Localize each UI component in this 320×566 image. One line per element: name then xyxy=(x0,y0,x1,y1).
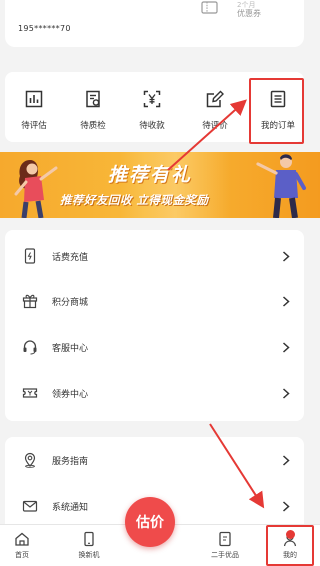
menu-item-label: 话费充值 xyxy=(52,253,89,263)
phone-recharge-icon xyxy=(24,248,36,264)
nav-home[interactable]: 首页 xyxy=(0,525,47,566)
yen-icon xyxy=(143,90,161,108)
order-pending-inspection[interactable]: 待质检 xyxy=(64,72,122,142)
gift-icon xyxy=(22,294,38,309)
woman-illustration xyxy=(14,160,58,218)
menu-item-points-mall[interactable]: 积分商城 xyxy=(5,282,304,322)
order-label: 待收款 xyxy=(139,121,165,131)
chevron-right-icon xyxy=(282,342,290,353)
order-label: 待评估 xyxy=(21,121,47,131)
location-icon xyxy=(24,452,36,468)
ticket-icon xyxy=(22,388,38,398)
order-label: 待评价 xyxy=(202,121,228,131)
chart-icon xyxy=(25,90,43,108)
menu-item-label: 客服中心 xyxy=(52,344,89,354)
phone-icon xyxy=(84,531,94,547)
nav-label: 换新机 xyxy=(78,551,100,559)
coupon-icon[interactable] xyxy=(201,1,218,14)
nav-label: 首页 xyxy=(15,551,29,559)
chevron-right-icon xyxy=(282,251,290,262)
coupon-label[interactable]: 优惠券 xyxy=(237,8,261,19)
menu-item-service-guide[interactable]: 服务指南 xyxy=(5,441,304,481)
menu-item-label: 系统通知 xyxy=(52,503,89,513)
order-pending-review[interactable]: 待评价 xyxy=(186,72,244,142)
menu-item-label: 积分商城 xyxy=(52,298,89,308)
nav-secondhand[interactable]: 二手优品 xyxy=(200,525,250,566)
menu-item-label: 领券中心 xyxy=(52,390,89,400)
order-pending-payment[interactable]: 待收款 xyxy=(123,72,181,142)
estimate-button[interactable]: 估价 xyxy=(125,497,175,547)
profile-card: 195******70 2个月 优惠券 xyxy=(5,0,304,47)
banner-subtitle: 推荐好友回收 立得现金奖励 xyxy=(60,193,209,207)
tablet-icon xyxy=(219,531,231,547)
nav-trade-in[interactable]: 换新机 xyxy=(64,525,114,566)
menu-item-recharge[interactable]: 话费充值 xyxy=(5,237,304,277)
edit-icon xyxy=(206,90,224,108)
order-pending-evaluation[interactable]: 待评估 xyxy=(5,72,63,142)
nav-label: 二手优品 xyxy=(211,551,239,559)
referral-banner[interactable]: 推荐有礼 推荐好友回收 立得现金奖励 xyxy=(0,152,320,218)
chevron-right-icon xyxy=(282,296,290,307)
chevron-right-icon xyxy=(282,455,290,466)
my-orders-highlight xyxy=(249,78,304,144)
phone-number: 195******70 xyxy=(18,24,71,33)
banner-title: 推荐有礼 xyxy=(108,164,193,186)
chevron-right-icon xyxy=(282,501,290,512)
service-menu: 话费充值 积分商城 客服中心 领券中心 xyxy=(5,230,304,421)
order-label: 待质检 xyxy=(80,121,106,131)
inspect-icon xyxy=(86,90,100,108)
estimate-label: 估价 xyxy=(136,515,164,531)
headset-icon xyxy=(23,340,37,355)
menu-item-label: 服务指南 xyxy=(52,457,89,467)
menu-item-coupon-center[interactable]: 领券中心 xyxy=(5,374,304,414)
home-icon xyxy=(15,532,29,546)
man-illustration xyxy=(256,154,306,218)
chevron-right-icon xyxy=(282,388,290,399)
mail-icon xyxy=(22,500,38,512)
mine-highlight xyxy=(266,525,314,566)
menu-item-customer-service[interactable]: 客服中心 xyxy=(5,328,304,368)
